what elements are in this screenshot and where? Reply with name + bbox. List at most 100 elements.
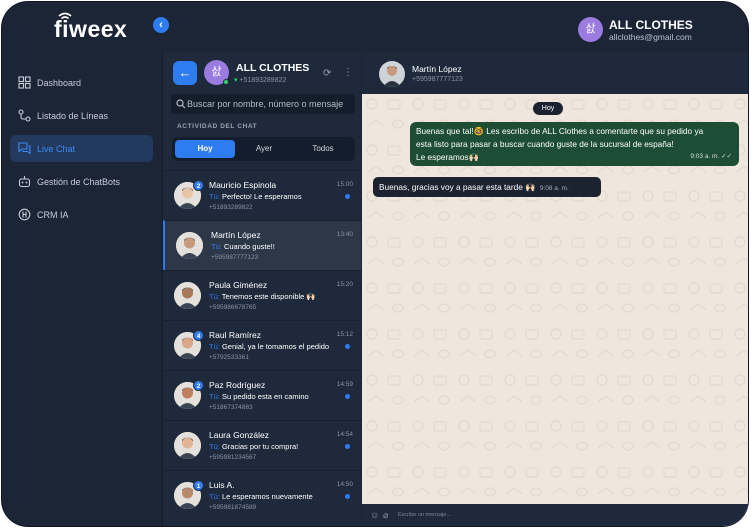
more-options-icon[interactable]: ⋮ [343,67,353,78]
filter-today[interactable]: Hoy [175,140,235,158]
contact-avatar [176,232,203,259]
message-time: 15:00 [336,181,353,188]
chat-list-item[interactable]: 4 Raul Ramírez Tú: Genial, ya le tomamos e… [163,320,361,370]
unread-count-badge: 2 [193,180,204,191]
sidebar-item-lines[interactable]: Listado de Líneas [10,102,153,129]
unread-count-badge: 2 [193,380,204,391]
contact-avatar[interactable] [379,61,405,87]
message-line: Le esperamos🙌🏻 [416,152,479,162]
app-window: fiweex ‹ 삸 ALL CLOTHES allclothes@gmail.… [2,2,748,526]
dashboard-icon [18,76,31,89]
unread-dot-icon [345,394,350,399]
filter-yesterday[interactable]: Ayer [234,140,294,158]
unread-dot-icon [345,494,350,499]
message-time: 9:03 a. m. ✓✓ [690,153,732,160]
account-name: ALL CLOTHES [609,18,693,32]
message-text: Buenas, gracias voy a pasar esta tarde 🙌… [379,182,536,192]
search-input[interactable] [187,96,353,112]
contact-name: Paz Rodríguez [209,380,266,390]
chat-list-item[interactable]: 2 Mauricio Espinola Tú: Perfecto! Le esper… [163,170,361,220]
last-message: Tú: Cuando guste!! [211,242,275,251]
message-line: Buenas que tal!🤓 Les escribo de ALL Clot… [416,126,704,136]
search-box [171,94,355,114]
message-time: 9:08 a. m. [539,185,569,192]
message-time: 15:12 [336,331,353,338]
contact-phone: +595987777123 [412,76,463,83]
unread-dot-icon [345,194,350,199]
contact-phone: +595981874589 [209,504,257,511]
conversation-header: Martín López +595987777123 [362,52,748,94]
crm-icon [18,208,31,221]
contact-name: Raul Ramírez [209,330,261,340]
contact-avatar [174,282,201,309]
contact-name: Martín López [211,230,261,240]
unread-count-badge: 1 [193,480,204,491]
contact-name: Mauricio Espinola [209,180,277,190]
message-time: 14:50 [336,481,353,488]
contact-avatar [174,432,201,459]
chat-icon [18,142,31,155]
last-message: Tú: Gracias por tu compra! [209,442,299,451]
sidebar-item-dashboard[interactable]: Dashboard [10,69,153,96]
message-input[interactable] [398,509,728,521]
message-time: 14:54 [336,431,353,438]
read-receipt-icon: ✓✓ [721,153,732,160]
last-message: Tú: Tenemos este disponible 🙌🏻 [209,292,316,301]
sidebar-item-label: Dashboard [37,78,82,88]
contact-name: Luis A. [209,480,235,490]
back-button[interactable]: ← [173,61,197,85]
message-time: 13:40 [336,231,353,238]
unread-dot-icon [345,344,350,349]
sidebar-item-label: Live Chat [37,144,76,154]
unread-count-badge: 4 [193,330,204,341]
date-filter: Hoy Ayer Todos [172,137,355,161]
chat-list-item[interactable]: 1 Luis A. Tú: Le esperamos nuevamente +5959… [163,470,361,520]
sidebar: Dashboard Listado de Líneas Live Chat Ge… [2,52,162,526]
chat-list-item[interactable]: Laura González Tú: Gracias por tu compra!… [163,420,361,470]
sidebar-item-label: CRM IA [37,210,69,220]
chat-activity-label: ACTIVIDAD DEL CHAT [177,123,258,130]
emoji-icon[interactable]: ☺ [370,510,379,520]
contact-name: Martín López [412,64,462,74]
message-time: 15:20 [336,281,353,288]
sidebar-item-label: Gestión de ChatBots [37,177,121,187]
outgoing-message: Buenas que tal!🤓 Les escribo de ALL Clot… [410,122,739,166]
refresh-icon[interactable]: ⟳ [323,68,331,79]
sidebar-item-label: Listado de Líneas [37,111,109,121]
sidebar-item-crm-ia[interactable]: CRM IA [10,201,153,228]
contact-name: Paula Giménez [209,280,268,290]
line-phone: ▾ +51893289822 [234,77,287,84]
last-message: Tú: Su pedido esta en camino [209,392,309,401]
day-separator: Hoy [533,102,563,115]
sidebar-item-live-chat[interactable]: Live Chat [10,135,153,162]
incoming-message: Buenas, gracias voy a pasar esta tarde 🙌… [373,177,601,197]
account-email: allclothes@gmail.com [609,32,692,42]
account-avatar[interactable]: 삸 [578,17,603,42]
unread-dot-icon [345,444,350,449]
chat-list-item[interactable]: 2 Paz Rodríguez Tú: Su pedido esta en cami… [163,370,361,420]
contact-phone: +51893289822 [209,204,253,211]
bot-icon [18,176,31,188]
contact-phone: +595981234567 [209,454,257,461]
sidebar-item-chatbots[interactable]: Gestión de ChatBots [10,168,153,195]
filter-all[interactable]: Todos [293,140,353,158]
contact-phone: +595986678765 [209,304,257,311]
chat-list-panel: ← 삸 ALL CLOTHES ▾ +51893289822 ⟳ ⋮ ACTIV… [162,52,361,526]
online-status-icon [223,79,229,85]
contact-phone: +595987777123 [211,254,259,261]
brand-logo: fiweex [54,16,128,42]
contact-phone: +5792533361 [209,354,249,361]
message-time: 14:59 [336,381,353,388]
chat-list-item[interactable]: Paula Giménez Tú: Tenemos este disponible… [163,270,361,320]
top-bar: fiweex ‹ 삸 ALL CLOTHES allclothes@gmail.… [2,2,748,52]
attach-icon[interactable]: ⌀ [383,510,388,521]
conversation-panel: Martín López +595987777123 Hoy Buenas qu… [362,52,748,526]
message-line: esta listo para pasar a buscar cuando gu… [416,139,674,149]
chat-list-item[interactable]: Martín López Tú: Cuando guste!! +595987777… [163,220,361,270]
line-name: ALL CLOTHES [236,62,310,74]
last-message: Tú: Perfecto! Le esperamos [209,192,302,201]
lines-icon [18,109,31,122]
collapse-sidebar-button[interactable]: ‹ [153,17,169,33]
message-composer: ☺ ⌀ [362,504,748,526]
last-message: Tú: Genial, ya le tomamos el pedido [209,342,330,351]
